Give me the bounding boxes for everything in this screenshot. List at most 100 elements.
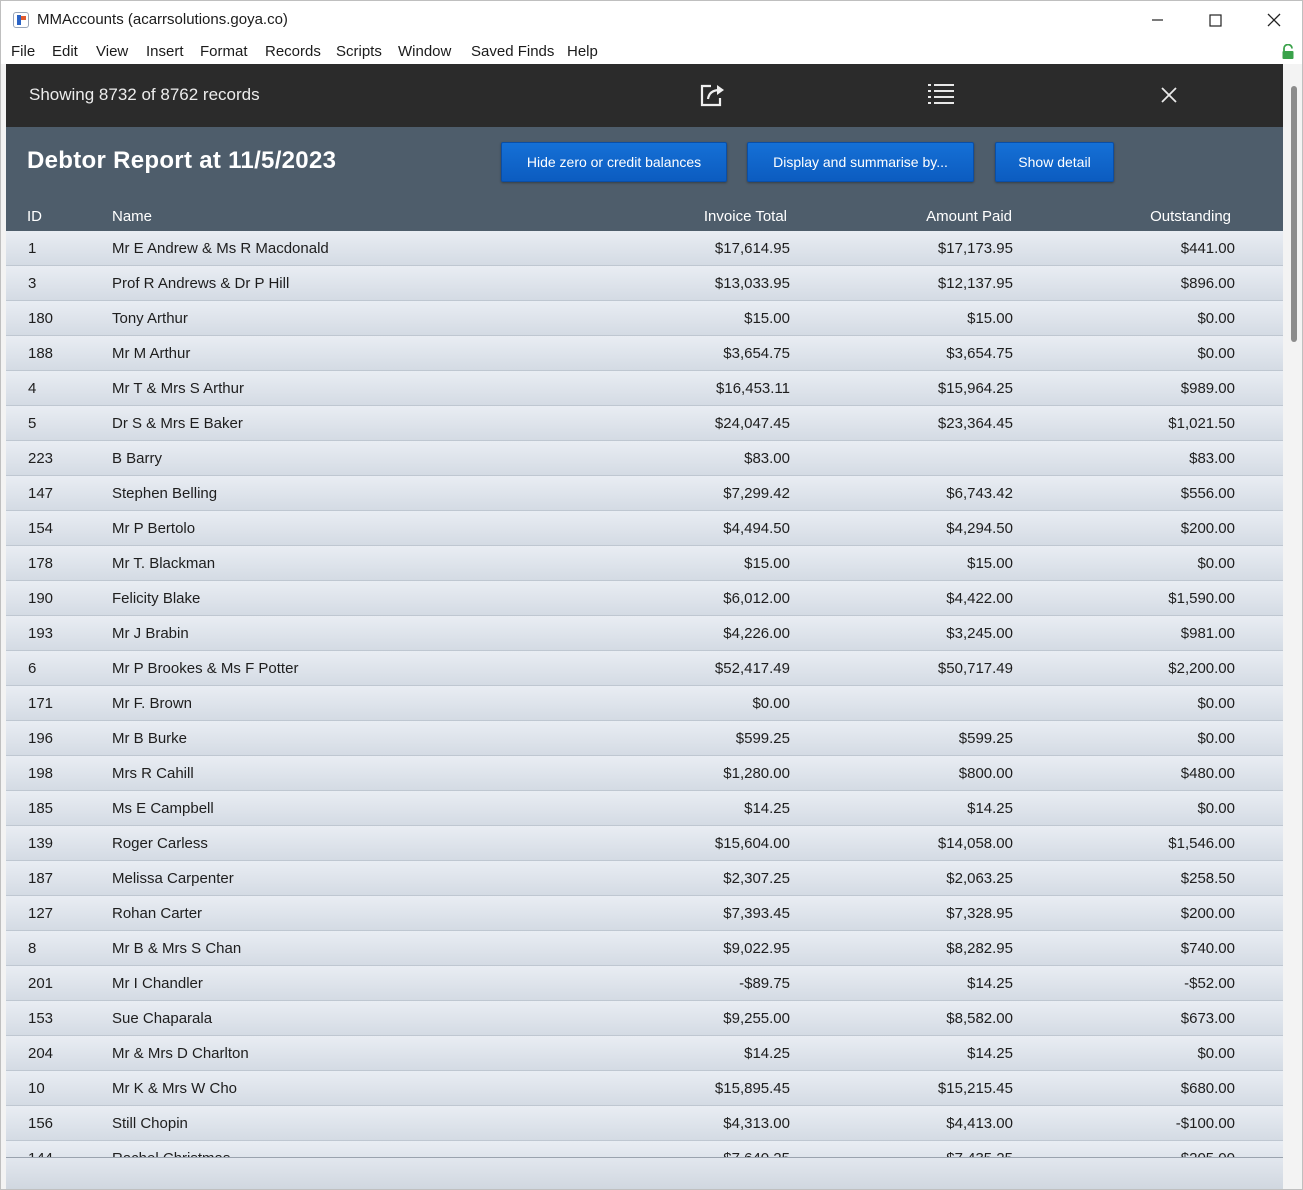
cell-amount-paid: $7,328.95 <box>946 905 1013 922</box>
cell-id: 201 <box>28 975 54 992</box>
cell-id: 144 <box>28 1150 53 1157</box>
cell-outstanding: $441.00 <box>1180 240 1235 257</box>
table-row[interactable]: 187 Melissa Carpenter $2,307.25 $2,063.25 $2… <box>6 861 1283 896</box>
table-row[interactable]: 180 Tony Arthur $15.00 $15.00 $0.00 <box>6 301 1283 336</box>
cell-id: 4 <box>28 380 37 397</box>
table-row[interactable]: 144 Rachel Christmas $7,640.25 $7,435.25 $20… <box>6 1141 1283 1157</box>
table-row[interactable]: 139 Roger Carless $15,604.00 $14,058.00 $1,5… <box>6 826 1283 861</box>
cell-id: 154 <box>28 520 54 537</box>
cell-id: 204 <box>28 1045 54 1062</box>
table-row[interactable]: 193 Mr J Brabin $4,226.00 $3,245.00 $981.00 <box>6 616 1283 651</box>
table-row[interactable]: 6 Mr P Brookes & Ms F Potter $52,417.49 $50… <box>6 651 1283 686</box>
table-row[interactable]: 171 Mr F. Brown $0.00 $0.00 <box>6 686 1283 721</box>
table-row[interactable]: 201 Mr I Chandler -$89.75 $14.25 -$52.00 <box>6 966 1283 1001</box>
cell-id: 171 <box>28 695 54 712</box>
vertical-scrollbar[interactable] <box>1283 64 1302 1189</box>
cell-amount-paid: $7,435.25 <box>946 1150 1013 1157</box>
table-row[interactable]: 190 Felicity Blake $6,012.00 $4,422.00 $1,59… <box>6 581 1283 616</box>
app-icon <box>13 12 29 28</box>
table-row[interactable]: 127 Rohan Carter $7,393.45 $7,328.95 $200.00 <box>6 896 1283 931</box>
table-row[interactable]: 198 Mrs R Cahill $1,280.00 $800.00 $480.00 <box>6 756 1283 791</box>
minimize-button[interactable] <box>1128 1 1186 39</box>
table-row[interactable]: 154 Mr P Bertolo $4,494.50 $4,294.50 $200.00 <box>6 511 1283 546</box>
table-row[interactable]: 196 Mr B Burke $599.25 $599.25 $0.00 <box>6 721 1283 756</box>
cell-id: 190 <box>28 590 54 607</box>
table-row[interactable]: 4 Mr T & Mrs S Arthur $16,453.11 $15,964.25… <box>6 371 1283 406</box>
cell-invoice-total: $16,453.11 <box>716 380 790 397</box>
cell-id: 1 <box>28 240 37 257</box>
cell-amount-paid: $14.25 <box>967 975 1013 992</box>
cell-name: Mr T & Mrs S Arthur <box>112 380 244 397</box>
table-row[interactable]: 223 B Barry $83.00 $83.00 <box>6 441 1283 476</box>
cell-invoice-total: $2,307.25 <box>723 870 790 887</box>
maximize-button[interactable] <box>1186 1 1244 39</box>
menu-view[interactable]: View <box>96 43 128 60</box>
cell-id: 156 <box>28 1115 54 1132</box>
menu-file[interactable]: File <box>11 43 35 60</box>
cell-amount-paid: $15.00 <box>967 555 1013 572</box>
show-detail-button[interactable]: Show detail <box>995 142 1114 182</box>
cell-outstanding: $0.00 <box>1197 555 1235 572</box>
cell-invoice-total: $4,494.50 <box>723 520 790 537</box>
table-row[interactable]: 5 Dr S & Mrs E Baker $24,047.45 $23,364.45 $… <box>6 406 1283 441</box>
cell-id: 6 <box>28 660 37 677</box>
cell-id: 223 <box>28 450 54 467</box>
cell-name: Mr T. Blackman <box>112 555 216 572</box>
display-summarise-button[interactable]: Display and summarise by... <box>747 142 974 182</box>
table-row[interactable]: 185 Ms E Campbell $14.25 $14.25 $0.00 <box>6 791 1283 826</box>
cell-outstanding: $0.00 <box>1197 310 1235 327</box>
record-count: Showing 8732 of 8762 records <box>29 85 260 104</box>
menu-records[interactable]: Records <box>265 43 321 60</box>
cell-invoice-total: $7,393.45 <box>723 905 790 922</box>
menu-format[interactable]: Format <box>200 43 248 60</box>
table-row[interactable]: 188 Mr M Arthur $3,654.75 $3,654.75 $0.00 <box>6 336 1283 371</box>
table-row[interactable]: 156 Still Chopin $4,313.00 $4,413.00 -$100.0… <box>6 1106 1283 1141</box>
cell-invoice-total: $6,012.00 <box>723 590 790 607</box>
column-header-invoice-total: Invoice Total <box>703 208 787 225</box>
menu-help[interactable]: Help <box>567 43 598 60</box>
app-window: MMAccounts (acarrsolutions.goya.co) File… <box>0 0 1303 1190</box>
table-row[interactable]: 1 Mr E Andrew & Ms R Macdonald $17,614.95 $… <box>6 231 1283 266</box>
cell-name: Mr & Mrs D Charlton <box>112 1045 249 1062</box>
table-row[interactable]: 10 Mr K & Mrs W Cho $15,895.45 $15,215.45 $6… <box>6 1071 1283 1106</box>
cell-outstanding: $200.00 <box>1180 520 1235 537</box>
hide-zero-balances-button[interactable]: Hide zero or credit balances <box>501 142 727 182</box>
menu-window[interactable]: Window <box>398 43 451 60</box>
column-header-amount-paid: Amount Paid <box>926 208 1012 225</box>
cell-id: 8 <box>28 940 37 957</box>
cell-name: Roger Carless <box>112 835 208 852</box>
cell-invoice-total: $15,604.00 <box>714 835 790 852</box>
menu-edit[interactable]: Edit <box>52 43 78 60</box>
table-row[interactable]: 147 Stephen Belling $7,299.42 $6,743.42 $556… <box>6 476 1283 511</box>
cell-outstanding: $1,021.50 <box>1168 415 1235 432</box>
status-toolbar: Showing 8732 of 8762 records <box>6 64 1283 127</box>
menu-scripts[interactable]: Scripts <box>336 43 382 60</box>
report-content: Showing 8732 of 8762 records Debtor Repo… <box>6 64 1283 1189</box>
cell-outstanding: $0.00 <box>1197 345 1235 362</box>
scrollbar-thumb[interactable] <box>1291 86 1297 342</box>
list-icon[interactable] <box>926 81 956 109</box>
cell-invoice-total: $15,895.45 <box>714 1080 790 1097</box>
cell-outstanding: $83.00 <box>1189 450 1235 467</box>
table-row[interactable]: 153 Sue Chaparala $9,255.00 $8,582.00 $673.0… <box>6 1001 1283 1036</box>
cell-name: Mr B & Mrs S Chan <box>112 940 242 957</box>
menu-saved-finds[interactable]: Saved Finds <box>471 43 554 60</box>
cell-outstanding: $989.00 <box>1180 380 1235 397</box>
table-row[interactable]: 204 Mr & Mrs D Charlton $14.25 $14.25 $0.00 <box>6 1036 1283 1071</box>
table-row[interactable]: 178 Mr T. Blackman $15.00 $15.00 $0.00 <box>6 546 1283 581</box>
close-window-button[interactable] <box>1244 1 1302 39</box>
table-row[interactable]: 3 Prof R Andrews & Dr P Hill $13,033.95 $12… <box>6 266 1283 301</box>
cell-outstanding: $1,590.00 <box>1168 590 1235 607</box>
cell-amount-paid: $8,282.95 <box>946 940 1013 957</box>
debtor-table: 1 Mr E Andrew & Ms R Macdonald $17,614.95 $… <box>6 231 1283 1157</box>
cell-id: 178 <box>28 555 54 572</box>
cell-invoice-total: $7,299.42 <box>723 485 790 502</box>
close-icon[interactable] <box>1158 84 1180 106</box>
cell-name: Stephen Belling <box>112 485 218 502</box>
cell-name: Tony Arthur <box>112 310 188 327</box>
cell-name: Mr P Bertolo <box>112 520 196 537</box>
menu-insert[interactable]: Insert <box>146 43 184 60</box>
share-icon[interactable] <box>698 81 728 109</box>
table-row[interactable]: 8 Mr B & Mrs S Chan $9,022.95 $8,282.95 $740… <box>6 931 1283 966</box>
cell-name: Mr B Burke <box>112 730 188 747</box>
